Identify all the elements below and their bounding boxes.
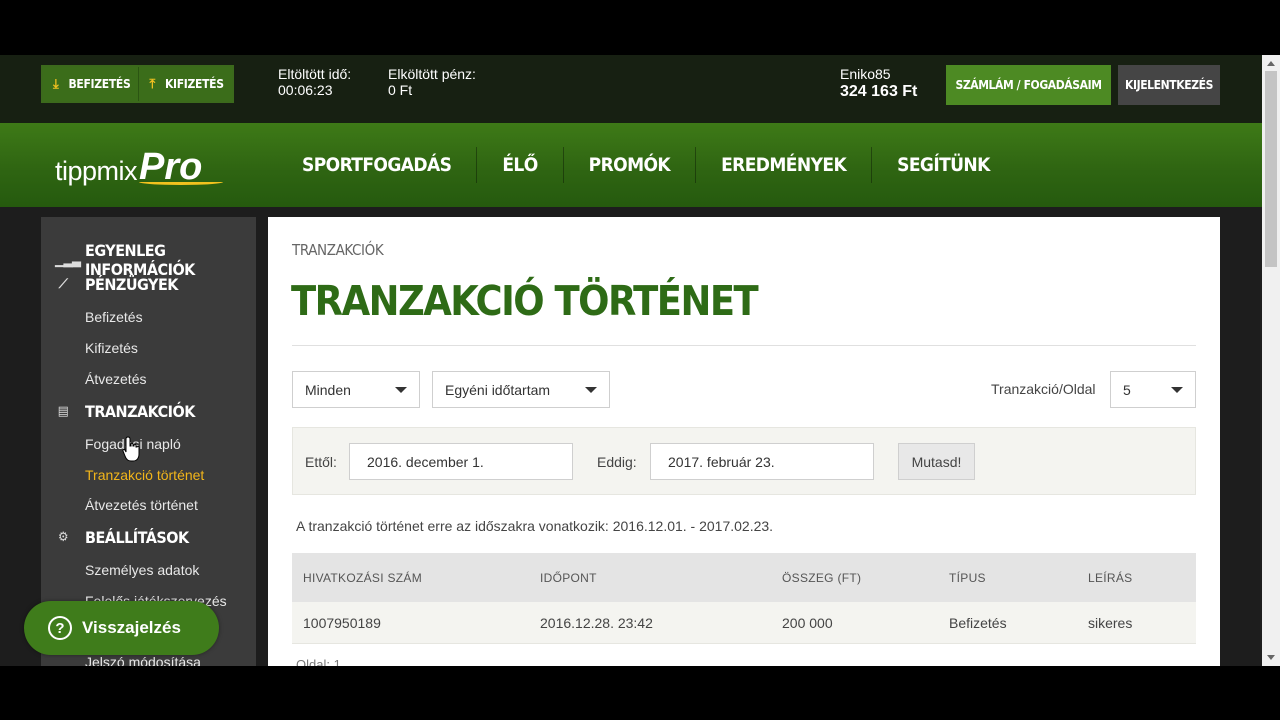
table-row: 1007950189 2016.12.28. 23:42 200 000 Bef… bbox=[292, 602, 1196, 644]
date-filter-panel: Ettől: 2016. december 1. Eddig: 2017. fe… bbox=[292, 427, 1196, 495]
sidebar-item-atvezetes-tortenet[interactable]: Átvezetés történet bbox=[85, 497, 198, 513]
scrollbar-thumb[interactable] bbox=[1265, 71, 1277, 267]
sidebar-item-befizetes[interactable]: Befizetés bbox=[85, 309, 143, 325]
sidebar-item-szemelyes-adatok[interactable]: Személyes adatok bbox=[85, 562, 199, 578]
to-date-input[interactable]: 2017. február 23. bbox=[650, 443, 874, 480]
sidebar-section-label: PÉNZÜGYEK bbox=[85, 275, 178, 294]
sidebar-item-kifizetes[interactable]: Kifizetés bbox=[85, 340, 138, 356]
username: Eniko85 bbox=[840, 66, 891, 82]
sidebar-section-label: EGYENLEG INFORMÁCIÓK bbox=[85, 241, 195, 279]
tippmixpro-logo[interactable]: tippmix Pro bbox=[55, 143, 224, 187]
deposit-button[interactable]: ⤓ BEFIZETÉS bbox=[43, 67, 138, 101]
cell-description: sikeres bbox=[1088, 615, 1133, 631]
logo-text-pro: Pro bbox=[139, 147, 224, 187]
from-label: Ettől: bbox=[305, 454, 337, 470]
sidebar-section-finances[interactable]: ⟋ PÉNZÜGYEK bbox=[55, 275, 179, 294]
nav-item-elo[interactable]: ÉLŐ bbox=[476, 147, 562, 183]
nav-item-promok[interactable]: PROMÓK bbox=[562, 147, 695, 183]
list-icon: ▤ bbox=[57, 404, 69, 419]
money-spent-value: 0 Ft bbox=[388, 82, 413, 98]
pager[interactable]: Oldal: 1 bbox=[296, 657, 341, 666]
per-page-select[interactable]: 5 bbox=[1110, 371, 1196, 408]
nav-item-sportfogadas[interactable]: SPORTFOGADÁS bbox=[280, 147, 476, 183]
scroll-up-arrow-icon[interactable] bbox=[1267, 61, 1275, 66]
col-type: TÍPUS bbox=[949, 571, 986, 585]
withdraw-button[interactable]: ⤒ KIFIZETÉS bbox=[138, 67, 231, 101]
time-spent-label: Eltöltött idő: bbox=[278, 66, 352, 82]
main-nav: SPORTFOGADÁS ÉLŐ PROMÓK EREDMÉNYEK SEGÍT… bbox=[280, 123, 1015, 207]
sidebar-section-balance-info[interactable]: ▁▂▃ EGYENLEG INFORMÁCIÓK bbox=[55, 241, 256, 279]
from-date-input[interactable]: 2016. december 1. bbox=[349, 443, 573, 480]
per-page-value: 5 bbox=[1123, 381, 1131, 398]
transactions-table: HIVATKOZÁSI SZÁM IDŐPONT ÖSSZEG (FT) TÍP… bbox=[292, 553, 1196, 644]
sidebar-item-jelszo-modositasa[interactable]: Jelszó módosítása bbox=[85, 654, 201, 666]
account-sidebar: ▁▂▃ EGYENLEG INFORMÁCIÓK ⟋ PÉNZÜGYEK Bef… bbox=[41, 217, 256, 666]
cell-type: Befizetés bbox=[949, 615, 1007, 631]
col-amount: ÖSSZEG (FT) bbox=[782, 571, 862, 585]
cell-time: 2016.12.28. 23:42 bbox=[540, 615, 653, 631]
col-reference: HIVATKOZÁSI SZÁM bbox=[303, 571, 423, 585]
sidebar-section-transactions[interactable]: ▤ TRANZAKCIÓK bbox=[55, 402, 196, 421]
gear-icon: ⚙ bbox=[58, 530, 69, 545]
nav-item-eredmenyek[interactable]: EREDMÉNYEK bbox=[695, 147, 871, 183]
money-spent: Elköltött pénz: 0 Ft bbox=[388, 66, 476, 98]
balance: 324 163 Ft bbox=[840, 83, 918, 100]
type-filter-select[interactable]: Minden bbox=[292, 371, 420, 408]
time-spent-value: 00:06:23 bbox=[278, 82, 333, 98]
nav-item-segitunk[interactable]: SEGÍTÜNK bbox=[871, 147, 1015, 183]
main-content: TRANZAKCIÓK TRANZAKCIÓ TÖRTÉNET Minden E… bbox=[268, 217, 1220, 666]
cash-buttons: ⤓ BEFIZETÉS ⤒ KIFIZETÉS bbox=[41, 65, 234, 103]
upload-icon: ⤒ bbox=[149, 76, 155, 92]
to-label: Eddig: bbox=[597, 454, 637, 470]
divider bbox=[292, 345, 1196, 346]
deposit-label: BEFIZETÉS bbox=[68, 77, 131, 91]
logout-button[interactable]: KIJELENTKEZÉS bbox=[1118, 65, 1220, 105]
download-icon: ⤓ bbox=[53, 76, 59, 92]
caret-down-icon bbox=[395, 387, 407, 393]
period-note: A tranzakció történet erre az időszakra … bbox=[296, 518, 774, 534]
scroll-down-arrow-icon[interactable] bbox=[1267, 655, 1275, 660]
caret-down-icon bbox=[585, 387, 597, 393]
time-spent: Eltöltött idő: 00:06:23 bbox=[278, 66, 351, 98]
user-info: Eniko85 324 163 Ft bbox=[840, 66, 917, 100]
money-spent-label: Elköltött pénz: bbox=[388, 66, 476, 82]
page-scrollbar[interactable] bbox=[1262, 55, 1280, 666]
hand-cursor-icon bbox=[122, 436, 140, 462]
question-circle-icon: ? bbox=[48, 616, 72, 640]
bar-signal-icon: ▁▂▃ bbox=[55, 252, 81, 268]
period-filter-value: Egyéni időtartam bbox=[445, 381, 551, 398]
sidebar-section-label: TRANZAKCIÓK bbox=[85, 402, 195, 421]
col-time: IDŐPONT bbox=[540, 571, 597, 585]
logo-text-tippmix: tippmix bbox=[55, 156, 138, 186]
browser-viewport: ⤓ BEFIZETÉS ⤒ KIFIZETÉS Eltöltött idő: 0… bbox=[0, 55, 1280, 666]
cell-reference: 1007950189 bbox=[303, 615, 381, 631]
sidebar-section-label: BEÁLLÍTÁSOK bbox=[85, 528, 189, 547]
feedback-label: Visszajelzés bbox=[82, 618, 181, 637]
page-title: TRANZAKCIÓ TÖRTÉNET bbox=[291, 277, 759, 325]
withdraw-label: KIFIZETÉS bbox=[164, 77, 224, 91]
period-filter-select[interactable]: Egyéni időtartam bbox=[432, 371, 610, 408]
sidebar-section-settings[interactable]: ⚙ BEÁLLÍTÁSOK bbox=[55, 528, 189, 547]
show-button[interactable]: Mutasd! bbox=[898, 443, 975, 480]
account-button[interactable]: SZÁMLÁM / FOGADÁSAIM bbox=[946, 65, 1111, 105]
type-filter-value: Minden bbox=[305, 381, 351, 398]
top-bar: ⤓ BEFIZETÉS ⤒ KIFIZETÉS Eltöltött idő: 0… bbox=[0, 55, 1262, 123]
to-date-value: 2017. február 23. bbox=[668, 453, 775, 470]
table-header: HIVATKOZÁSI SZÁM IDŐPONT ÖSSZEG (FT) TÍP… bbox=[292, 553, 1196, 602]
feedback-button[interactable]: ? Visszajelzés bbox=[24, 601, 219, 655]
line-chart-icon: ⟋ bbox=[58, 277, 68, 292]
sidebar-item-tranzakcio-tortenet[interactable]: Tranzakció történet bbox=[85, 467, 204, 483]
logo-swoosh bbox=[139, 179, 224, 185]
col-description: LEÍRÁS bbox=[1088, 571, 1133, 585]
sidebar-item-atvezetes[interactable]: Átvezetés bbox=[85, 371, 146, 387]
from-date-value: 2016. december 1. bbox=[367, 453, 484, 470]
cell-amount: 200 000 bbox=[782, 615, 833, 631]
per-page-label: Tranzakció/Oldal bbox=[991, 381, 1096, 397]
caret-down-icon bbox=[1171, 387, 1183, 393]
main-navbar: tippmix Pro SPORTFOGADÁS ÉLŐ PROMÓK ERED… bbox=[0, 123, 1262, 207]
breadcrumb[interactable]: TRANZAKCIÓK bbox=[292, 241, 384, 259]
